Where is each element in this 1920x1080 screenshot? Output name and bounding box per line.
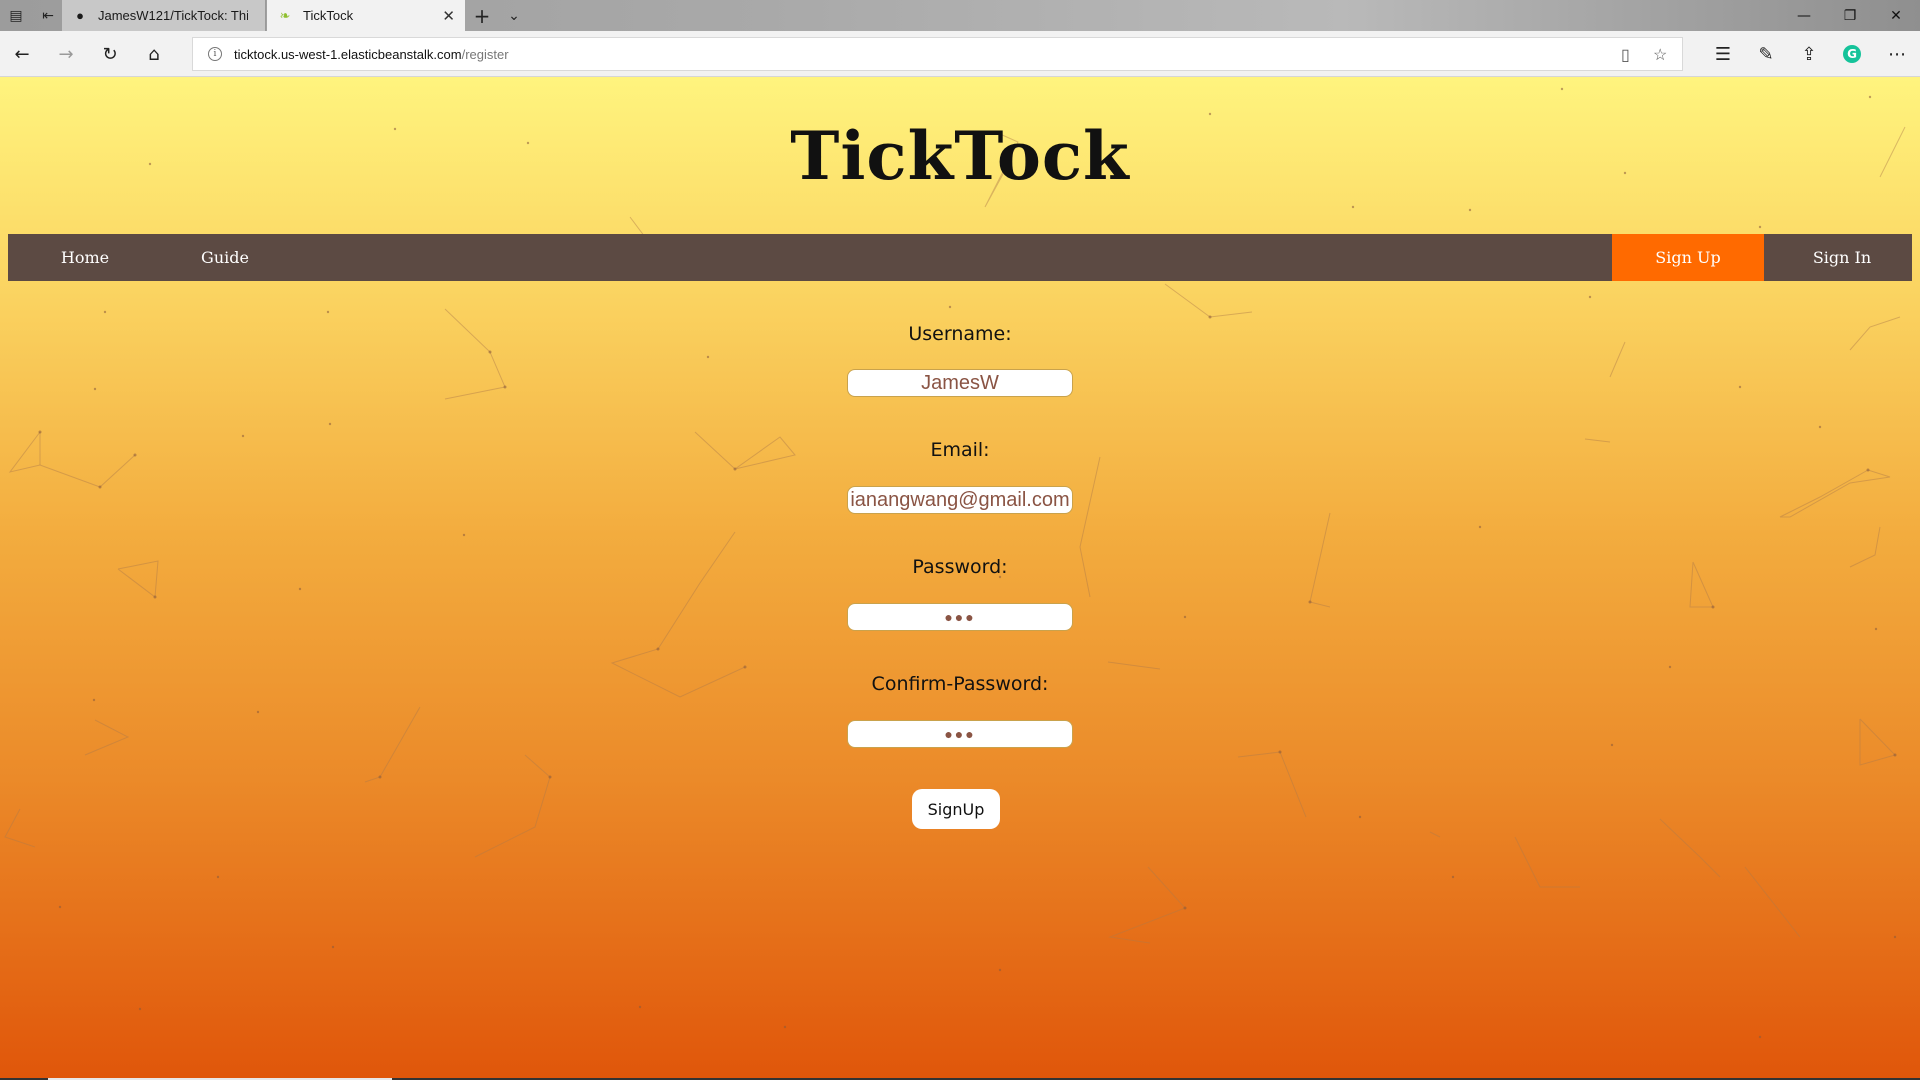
address-bar[interactable]: i ticktock.us-west-1.elasticbeanstalk.co… — [192, 37, 1683, 71]
share-icon[interactable]: ⇪ — [1795, 41, 1823, 67]
refresh-icon[interactable]: ↻ — [96, 41, 124, 67]
tab-actions-icon[interactable]: ▤ — [6, 6, 26, 26]
info-icon[interactable]: i — [208, 47, 222, 61]
more-icon[interactable]: ⋯ — [1883, 41, 1911, 67]
confirm-password-input[interactable]: ●●● — [847, 720, 1073, 748]
network-background — [4, 87, 1906, 1039]
chevron-down-icon[interactable]: ⌄ — [504, 6, 524, 26]
confirm-password-label: Confirm-Password: — [871, 673, 1049, 695]
tab-title: TickTock — [303, 8, 354, 23]
minimize-icon[interactable]: — — [1781, 0, 1827, 31]
new-tab-icon[interactable]: + — [472, 4, 492, 28]
tab-ticktock[interactable]: ❧ TickTock ✕ — [267, 0, 465, 31]
grammarly-icon[interactable]: G — [1838, 41, 1866, 67]
home-icon[interactable]: ⌂ — [140, 41, 168, 67]
signup-submit-button[interactable]: SignUp — [912, 789, 1000, 829]
password-label: Password: — [912, 556, 1008, 578]
forward-icon[interactable]: → — [52, 41, 80, 67]
nav-guide[interactable]: Guide — [175, 234, 275, 281]
leaf-icon: ❧ — [279, 7, 291, 23]
browser-tab-bar: ▤ ⇤ ● JamesW121/TickTock: This i ❧ TickT… — [0, 0, 1920, 31]
pen-icon[interactable]: ✎ — [1752, 41, 1780, 67]
restore-icon[interactable]: ❐ — [1827, 0, 1873, 31]
username-input[interactable]: JamesW — [847, 369, 1073, 397]
password-input[interactable]: ●●● — [847, 603, 1073, 631]
github-icon: ● — [76, 8, 84, 23]
tab-title: JamesW121/TickTock: This i — [98, 8, 248, 23]
close-window-icon[interactable]: ✕ — [1873, 0, 1919, 31]
email-input[interactable]: ianangwang@gmail.com — [847, 486, 1073, 514]
close-tab-icon[interactable]: ✕ — [442, 7, 455, 25]
favorite-star-icon[interactable]: ☆ — [1653, 45, 1667, 65]
tab-github[interactable]: ● JamesW121/TickTock: This i — [62, 0, 266, 31]
site-title: TickTock — [790, 117, 1130, 195]
url-host: ticktock.us-west-1.elasticbeanstalk.com — [234, 46, 462, 62]
email-label: Email: — [930, 439, 990, 461]
nav-sign-up[interactable]: Sign Up — [1612, 234, 1764, 281]
browser-toolbar: ← → ↻ ⌂ i ticktock.us-west-1.elasticbean… — [0, 31, 1920, 77]
site-navbar: Home Guide Sign Up Sign In — [8, 234, 1912, 281]
nav-home[interactable]: Home — [35, 234, 135, 281]
username-label: Username: — [908, 323, 1012, 345]
url-path: /register — [461, 46, 509, 62]
nav-sign-in[interactable]: Sign In — [1772, 234, 1912, 281]
set-aside-tabs-icon[interactable]: ⇤ — [38, 6, 58, 26]
reading-view-icon[interactable]: ▯ — [1621, 45, 1630, 65]
favorites-icon[interactable]: ☰ — [1709, 41, 1737, 67]
back-icon[interactable]: ← — [8, 41, 36, 67]
page-body: TickTock Home Guide Sign Up Sign In User… — [0, 77, 1920, 1080]
